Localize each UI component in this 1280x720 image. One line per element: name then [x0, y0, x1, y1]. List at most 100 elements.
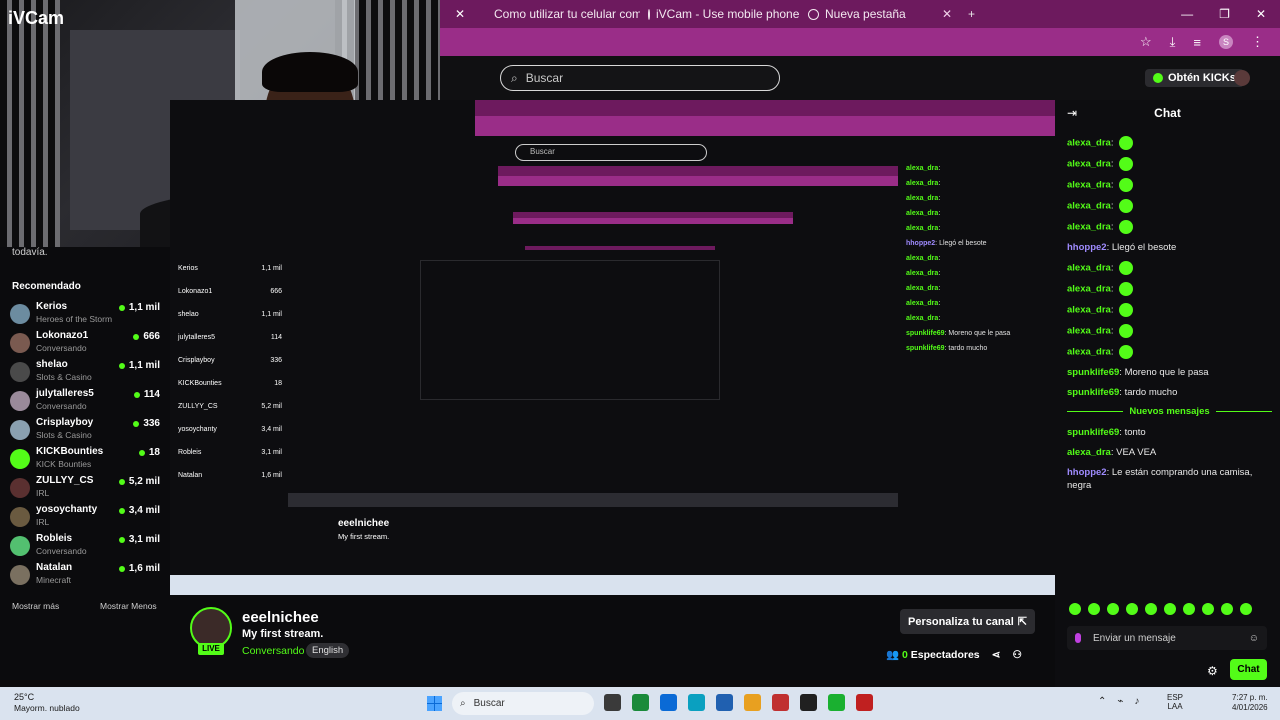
windows-start-icon[interactable] — [427, 696, 442, 711]
emote-icon[interactable] — [1221, 603, 1233, 615]
sidebar-channel[interactable]: Kerios Heroes of the Storm 1,1 mil — [10, 299, 160, 328]
screen: iVCam ✕ Como utilizar tu celular como c … — [0, 0, 1280, 720]
taskbar-app-icon[interactable] — [772, 694, 789, 711]
user-avatar[interactable] — [1234, 70, 1250, 86]
microphone-icon[interactable]: ♪ — [1134, 696, 1139, 707]
menu-icon[interactable]: ⋮ — [1251, 34, 1264, 50]
sidebar-channel[interactable]: ZULLYY_CS IRL 5,2 mil — [10, 473, 160, 502]
taskbar-app-icon[interactable] — [856, 694, 873, 711]
chat-username[interactable]: alexa_dra — [1067, 305, 1111, 316]
show-more-link[interactable]: Mostrar más — [12, 601, 59, 611]
chevron-up-icon[interactable]: ⌃ — [1098, 696, 1106, 707]
live-dot-icon — [118, 362, 125, 369]
emote-icon — [1119, 345, 1134, 359]
sidebar-channel[interactable]: Lokonazo1 Conversando 666 — [10, 328, 160, 357]
taskbar-app-icon[interactable] — [800, 694, 817, 711]
microphone-icon[interactable] — [1075, 633, 1081, 643]
chat-username[interactable]: alexa_dra — [1067, 180, 1111, 191]
clock[interactable]: 7:27 p. m. 4/01/2026 — [1232, 693, 1268, 713]
follow-icon[interactable]: ⚇ — [1012, 649, 1021, 661]
send-chat-button[interactable]: Chat — [1230, 659, 1267, 680]
tab-new[interactable]: Nueva pestaña ✕ — [800, 0, 960, 28]
chat-username[interactable]: alexa_dra — [1067, 201, 1111, 212]
viewers-label: Espectadores — [910, 649, 980, 661]
channel-name[interactable]: eeelnichee — [242, 609, 319, 626]
download-icon[interactable]: ⤓ — [1170, 34, 1176, 50]
emote-icon[interactable] — [1202, 603, 1214, 615]
close-icon[interactable]: ✕ — [942, 7, 952, 21]
channel-avatar — [10, 391, 30, 411]
weather-widget[interactable]: 25°C Mayorm. nublado — [14, 692, 80, 714]
language-tag[interactable]: English — [306, 643, 350, 658]
chat-username[interactable]: hhoppe2 — [1067, 242, 1107, 253]
chat-username[interactable]: alexa_dra — [1067, 347, 1111, 358]
search-placeholder: Buscar — [525, 71, 564, 85]
taskbar-app-icon[interactable] — [632, 694, 649, 711]
sidebar-channel[interactable]: julytalleres5 Conversando 114 — [10, 386, 160, 415]
sidebar-channel[interactable]: KICKBounties KICK Bounties 18 — [10, 444, 160, 473]
emote-icon[interactable] — [1164, 603, 1176, 615]
chat-username[interactable]: hhoppe2 — [1067, 467, 1107, 478]
sidebar-channel[interactable]: yosoychanty IRL 3,4 mil — [10, 502, 160, 531]
kicks-button[interactable]: Obtén KICKs — [1145, 69, 1244, 87]
taskbar-app-icon[interactable] — [660, 694, 677, 711]
sidebar-channel[interactable]: Robleis Conversando 3,1 mil — [10, 531, 160, 560]
nested-chat-line: hhoppe2: Llegó el besote — [906, 240, 987, 247]
customize-label: Personaliza tu canal — [908, 615, 1014, 628]
emoji-icon[interactable]: ☺ — [1249, 633, 1259, 644]
search-input[interactable]: ⌕ Buscar — [500, 65, 780, 91]
star-icon[interactable]: ☆ — [1140, 34, 1152, 50]
sidebar-channel[interactable]: Crisplayboy Slots & Casino 336 — [10, 415, 160, 444]
sidebar-channel[interactable]: shelao Slots & Casino 1,1 mil — [10, 357, 160, 386]
gear-icon[interactable]: ⚙ — [1207, 664, 1218, 678]
date: 4/01/2026 — [1232, 703, 1268, 712]
live-dot-icon — [118, 565, 125, 572]
customize-channel-button[interactable]: Personaliza tu canal ⇱ — [900, 609, 1035, 634]
reading-list-icon[interactable]: ≡ — [1193, 35, 1201, 50]
chat-username[interactable]: spunklife69 — [1067, 387, 1119, 398]
chat-username[interactable]: spunklife69 — [1067, 427, 1119, 438]
language-indicator[interactable]: ESP LAA — [1167, 693, 1183, 711]
chat-username[interactable]: alexa_dra — [1067, 138, 1111, 149]
channel-name: julytalleres5 — [36, 388, 94, 399]
share-icon[interactable]: ⋖ — [992, 649, 1001, 661]
profile-avatar[interactable]: S — [1219, 35, 1233, 49]
show-less-link[interactable]: Mostrar Menos — [100, 601, 157, 611]
emote-icon[interactable] — [1088, 603, 1100, 615]
taskbar-app-icon[interactable] — [828, 694, 845, 711]
minimize-button[interactable]: — — [1181, 7, 1193, 21]
channel-name: Lokonazo1 — [36, 330, 89, 341]
nested-channel-name: yosoychanty — [178, 426, 217, 433]
chat-username[interactable]: alexa_dra — [1067, 159, 1111, 170]
emote-icon[interactable] — [1240, 603, 1252, 615]
tab-ivcam[interactable]: iVCam - Use mobile phone as a ✕ — [640, 0, 800, 28]
emote-icon[interactable] — [1107, 603, 1119, 615]
close-tab-icon[interactable]: ✕ — [440, 7, 480, 21]
viewers: 666 — [143, 331, 160, 342]
network-icon[interactable]: ⌁ — [1117, 696, 1123, 707]
taskbar-search[interactable]: ⌕ Buscar — [452, 692, 594, 715]
taskbar-app-icon[interactable] — [688, 694, 705, 711]
new-tab-button[interactable]: + — [960, 7, 983, 21]
chat-username[interactable]: alexa_dra — [1067, 447, 1111, 458]
emote-icon[interactable] — [1126, 603, 1138, 615]
chat-input[interactable]: Enviar un mensaje ☺ — [1067, 626, 1267, 650]
sidebar-channel[interactable]: Natalan Minecraft 1,6 mil — [10, 560, 160, 589]
chat-username[interactable]: alexa_dra — [1067, 222, 1111, 233]
close-window-button[interactable]: ✕ — [1256, 7, 1266, 21]
maximize-button[interactable]: ❐ — [1219, 7, 1230, 21]
taskbar-app-icon[interactable] — [716, 694, 733, 711]
chat-username[interactable]: alexa_dra — [1067, 263, 1111, 274]
tab-youtube[interactable]: Como utilizar tu celular como c ✕ — [480, 0, 640, 28]
chat-username[interactable]: alexa_dra — [1067, 284, 1111, 295]
nested-viewers: 666 — [270, 288, 282, 295]
channel-category: Slots & Casino — [36, 430, 92, 440]
taskbar-app-icon[interactable] — [604, 694, 621, 711]
emote-icon[interactable] — [1145, 603, 1157, 615]
emote-icon[interactable] — [1069, 603, 1081, 615]
chat-username[interactable]: alexa_dra — [1067, 326, 1111, 337]
taskbar-app-icon[interactable] — [744, 694, 761, 711]
emote-icon[interactable] — [1183, 603, 1195, 615]
stream-category[interactable]: Conversando — [242, 645, 304, 657]
chat-username[interactable]: spunklife69 — [1067, 367, 1119, 378]
